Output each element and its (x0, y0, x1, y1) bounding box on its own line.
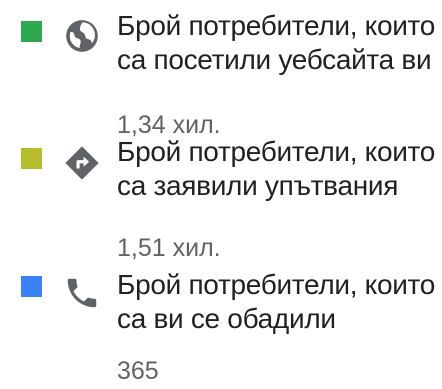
color-swatch (21, 21, 42, 42)
globe-icon (63, 17, 101, 55)
legend-item-value: 365 (117, 357, 159, 385)
color-swatch (21, 276, 42, 297)
metrics-legend: Брой потребители, които са посетили уебс… (0, 0, 442, 389)
color-swatch (21, 148, 42, 169)
legend-item-label: Брой потребители, които са ви се обадили (117, 269, 436, 334)
legend-item-label: Брой потребители, които са заявили упътв… (117, 136, 436, 201)
legend-item-label: Брой потребители, които са посетили уебс… (117, 10, 436, 75)
legend-item-value: 1,51 хил. (117, 234, 221, 262)
directions-icon (63, 144, 101, 182)
phone-icon (63, 274, 101, 312)
